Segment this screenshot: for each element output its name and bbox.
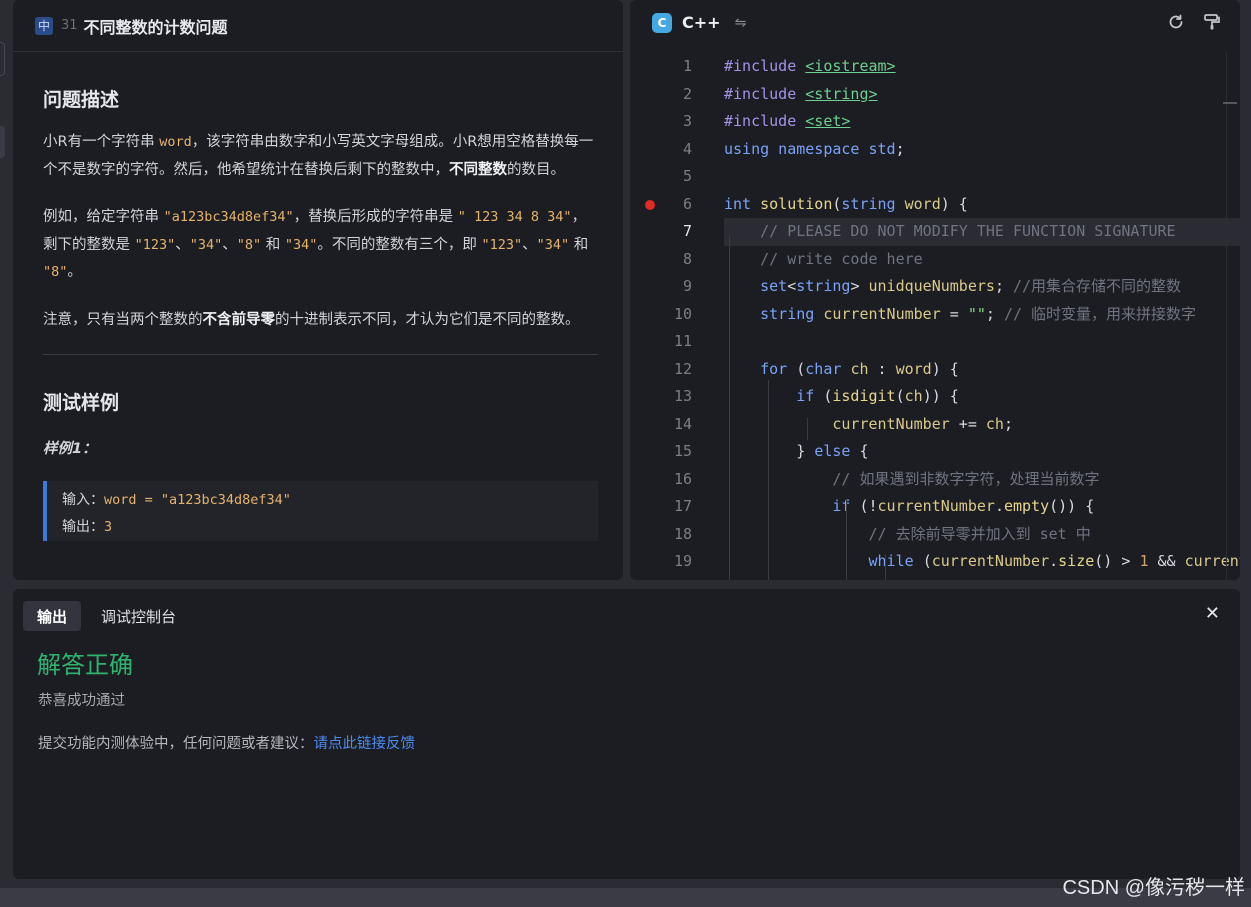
code-line[interactable]: // 如果遇到非数字字符，处理当前数字 [724,466,1240,494]
output-panel: 输出 调试控制台 ✕ 解答正确 恭喜成功通过 提交功能内测体验中，任何问题或者建… [13,589,1240,879]
line-number[interactable]: 1 [630,53,700,81]
line-number[interactable]: 15 [630,438,700,466]
editor-scrollbar[interactable] [1226,53,1240,580]
line-number[interactable]: 9 [630,273,700,301]
swap-icon[interactable]: ⇋ [735,15,747,31]
line-number[interactable]: 10 [630,301,700,329]
code-line[interactable] [724,163,1240,191]
feedback-link[interactable]: 请点此链接反馈 [314,736,416,752]
description-paragraph-2: 例如，给定字符串 "a123bc34d8ef34"，替换后形成的字符串是 " 1… [43,209,589,280]
code-line[interactable] [724,328,1240,356]
line-number[interactable]: 11 [630,328,700,356]
difficulty-badge: 中 [35,16,53,35]
description-heading: 问题描述 [43,89,120,111]
code-line[interactable]: // 去除前导零并加入到 set 中 [724,521,1240,549]
left-rail-indicator[interactable] [0,126,5,158]
example-input: 输入：word = "a123bc34d8ef34" [62,492,291,508]
problem-body: 问题描述 小R有一个字符串 word，该字符串由数字和小写英文字母组成。小R想用… [43,52,598,541]
tab-output[interactable]: 输出 [23,601,82,631]
watermark: CSDN @像污秽一样 [1062,877,1245,899]
tests-heading: 测试样例 [43,392,120,414]
indent-guide [885,554,886,580]
section-divider [43,354,598,355]
line-number[interactable]: 18 [630,521,700,549]
line-number[interactable]: 5 [630,163,700,191]
reset-code-icon[interactable] [1166,10,1186,34]
line-number[interactable]: 8 [630,246,700,274]
line-number[interactable]: 12 [630,356,700,384]
line-number[interactable]: 4 [630,136,700,164]
problem-header: 中 31 不同整数的计数问题 [13,0,623,52]
code-line[interactable]: set<string> unidqueNumbers; //用集合存储不同的整数 [724,273,1240,301]
problem-title: 不同整数的计数问题 [83,17,228,37]
feedback-note: 提交功能内测体验中，任何问题或者建议：请点此链接反馈 [38,736,416,752]
line-number[interactable]: 2 [630,81,700,109]
line-number[interactable]: 17 [630,493,700,521]
editor-header: C C++ ⇋ [630,0,1240,45]
line-number[interactable]: 13 [630,383,700,411]
editor-actions [1166,10,1222,34]
code-line[interactable]: if (!currentNumber.empty()) { [724,493,1240,521]
code-line[interactable]: using namespace std; [724,136,1240,164]
code-line[interactable]: #include <iostream> [724,53,1240,81]
code-area[interactable]: #include <iostream> #include <string> #inc… [724,53,1240,576]
format-code-icon[interactable] [1202,10,1222,34]
code-editor-panel: C C++ ⇋ 1 2 3 4 5 6 7 8 9 10 11 12 13 14 15 16 17 18 19 #i… [630,0,1240,580]
indent-guide [729,236,730,580]
code-line[interactable]: // PLEASE DO NOT MODIFY THE FUNCTION SIG… [724,218,1240,246]
example-box: 输入：word = "a123bc34d8ef34" 输出：3 [43,481,598,541]
line-number[interactable]: 16 [630,466,700,494]
line-number[interactable]: 7 [630,218,700,246]
example-label: 样例1： [43,441,97,457]
description-paragraph-1: 小R有一个字符串 word，该字符串由数字和小写英文字母组成。小R想用空格替换每… [43,134,594,178]
result-title: 解答正确 [37,651,133,679]
problem-number: 31 [61,18,78,33]
line-number-gutter: 1 2 3 4 5 6 7 8 9 10 11 12 13 14 15 16 17 18 19 [630,53,700,576]
line-number[interactable]: 3 [630,108,700,136]
code-line[interactable]: #include <set> [724,108,1240,136]
output-tabs: 输出 调试控制台 [23,601,190,631]
result-subtitle: 恭喜成功通过 [38,693,125,709]
close-icon[interactable]: ✕ [1205,603,1220,624]
problem-panel: 中 31 不同整数的计数问题 问题描述 小R有一个字符串 word，该字符串由数… [13,0,623,580]
indent-guide [846,500,847,580]
indent-guide [807,418,808,440]
code-line[interactable]: } else { [724,438,1240,466]
code-line[interactable]: currentNumber += ch; [724,411,1240,439]
example-output: 输出：3 [62,519,113,535]
indent-guide [768,380,769,580]
code-line[interactable]: string currentNumber = ""; // 临时变量，用来拼接数… [724,301,1240,329]
code-line[interactable]: while (currentNumber.size() > 1 && curre… [724,548,1241,576]
tab-debug-console[interactable]: 调试控制台 [87,601,190,631]
line-number[interactable]: 14 [630,411,700,439]
language-selector[interactable]: C++ [682,13,721,32]
description-paragraph-3: 注意，只有当两个整数的不含前导零的十进制表示不同，才认为它们是不同的整数。 [43,311,580,328]
code-line[interactable]: for (char ch : word) { [724,356,1240,384]
left-rail-handle[interactable] [0,42,5,76]
scroll-position-marker [1223,102,1237,104]
code-line[interactable]: // write code here [724,246,1240,274]
line-number[interactable]: 19 [630,548,700,576]
code-line[interactable]: int solution(string word) { [724,191,1240,219]
code-line[interactable]: #include <string> [724,81,1240,109]
line-number[interactable]: 6 [630,191,700,219]
code-line[interactable]: if (isdigit(ch)) { [724,383,1240,411]
cpp-language-icon: C [652,12,672,33]
